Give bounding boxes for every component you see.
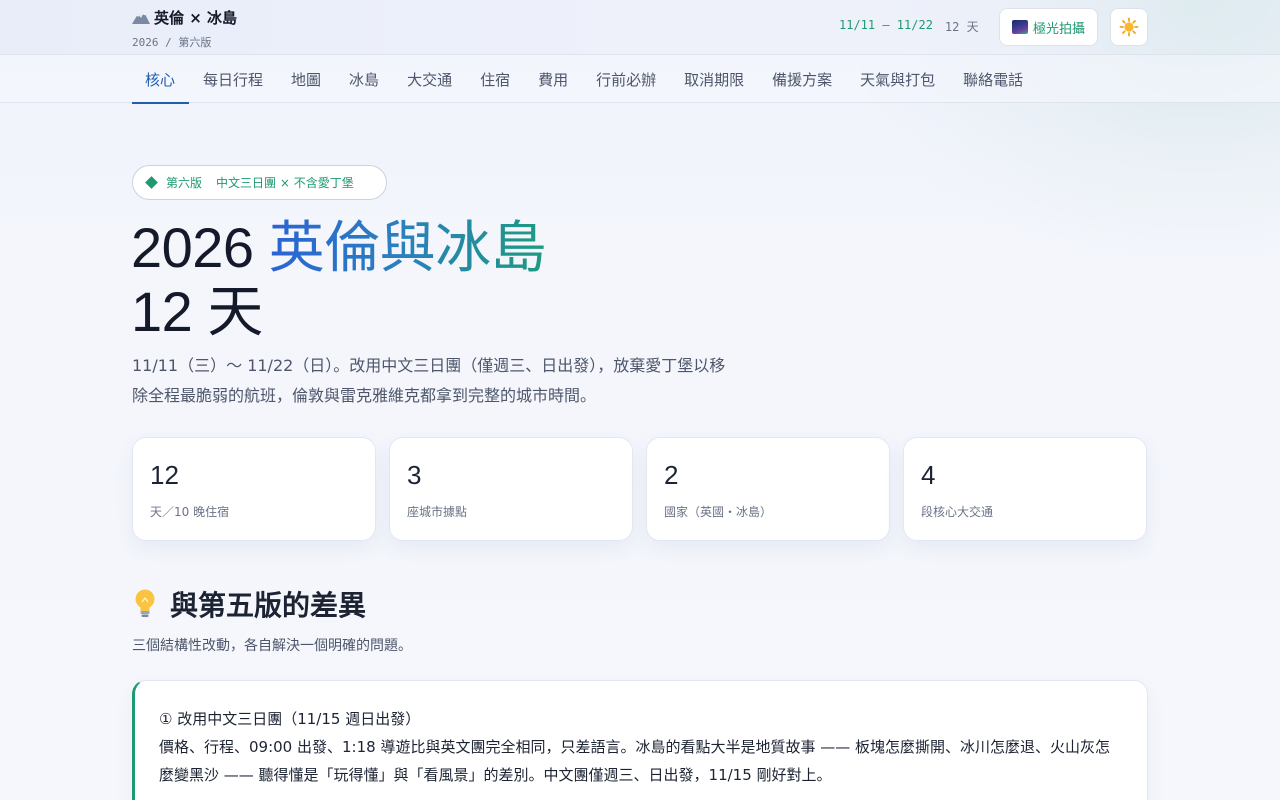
nav-tab-9[interactable]: 備援方案 [758,55,846,103]
theme-toggle-button[interactable] [1110,8,1148,46]
stat-card: 12 天／10 晚住宿 [132,437,376,541]
section-subtitle: 三個結構性改動，各自解決一個明確的問題。 [132,638,412,654]
stat-card: 3 座城市據點 [389,437,633,541]
aurora-icon [1011,20,1028,34]
title-line2: 12 天 [131,280,263,343]
aurora-photo-label: 極光拍攝 [1032,21,1085,37]
nav-tab-10[interactable]: 天氣與打包 [846,55,949,103]
top-bar: 英倫 × 冰島 2026 / 第六版 11/11 – 11/22 12 天 極光… [0,0,1280,55]
brand-subtitle: 2026 / 第六版 [132,36,212,49]
aurora-photo-button[interactable]: 極光拍攝 [999,8,1098,46]
pill-version: 第六版 [166,176,203,190]
card-title: ① 改用中文三日團（11/15 週日出發） [159,710,421,728]
nav-tab-1[interactable]: 每日行程 [189,55,277,103]
difference-card: ① 改用中文三日團（11/15 週日出發） 價格、行程、09:00 出發、1:1… [132,680,1148,800]
nav-tab-11[interactable]: 聯絡電話 [949,55,1037,103]
stat-number: 3 [407,460,422,490]
brand[interactable]: 英倫 × 冰島 2026 / 第六版 [132,7,237,50]
nav-tab-2[interactable]: 地圖 [277,55,335,103]
pill-description: 中文三日團 × 不含愛丁堡 [216,176,354,190]
stat-label: 國家（英國・冰島） [664,505,773,519]
brand-title: 英倫 × 冰島 [154,8,238,27]
stat-label: 段核心大交通 [921,505,994,519]
main-nav: 核心 每日行程 地圖 冰島 大交通 住宿 費用 行前必辦 取消期限 備援方案 天氣與打包 聯絡電話 [0,55,1280,104]
sun-icon [1119,17,1139,37]
stat-label: 天／10 晚住宿 [150,505,230,519]
version-pill: 第六版 中文三日團 × 不含愛丁堡 [132,165,387,200]
stat-label: 座城市據點 [407,505,468,519]
nav-tab-8[interactable]: 取消期限 [670,55,758,103]
mountain-icon [132,12,150,24]
nav-tab-6[interactable]: 費用 [524,55,582,103]
stat-card: 2 國家（英國・冰島） [646,437,890,541]
hero-description: 11/11（三）～ 11/22（日）。改用中文三日團（僅週三、日出發），放棄愛丁… [132,356,726,405]
stats-row: 12 天／10 晚住宿 3 座城市據點 2 國家（英國・冰島） 4 段核心大交通 [132,437,1147,541]
page-title: 2026 英倫與冰島 12 天 [131,216,547,344]
card-body: 價格、行程、09:00 出發、1:18 導遊比與英文團完全相同，只差語言。冰島的… [159,738,1110,784]
nav-tab-5[interactable]: 住宿 [466,55,524,103]
title-highlight: 英倫與冰島 [268,216,547,279]
diamond-icon [145,176,158,189]
nav-tab-0[interactable]: 核心 [132,55,190,104]
nav-tab-3[interactable]: 冰島 [335,55,393,103]
stat-card: 4 段核心大交通 [903,437,1147,541]
date-range: 11/11 – 11/22 [839,18,933,32]
stat-number: 4 [921,460,936,490]
title-prefix: 2026 [131,216,269,279]
trip-dates: 11/11 – 11/22 12 天 [839,18,979,35]
section-title: 與第五版的差異 [132,584,366,624]
stat-number: 12 [150,460,179,490]
trip-days: 12 天 [944,20,979,34]
section-title-text: 與第五版的差異 [170,590,367,621]
nav-tab-4[interactable]: 大交通 [393,55,466,103]
stat-number: 2 [664,460,679,490]
lightbulb-icon [135,589,155,617]
nav-tab-7[interactable]: 行前必辦 [582,55,670,103]
